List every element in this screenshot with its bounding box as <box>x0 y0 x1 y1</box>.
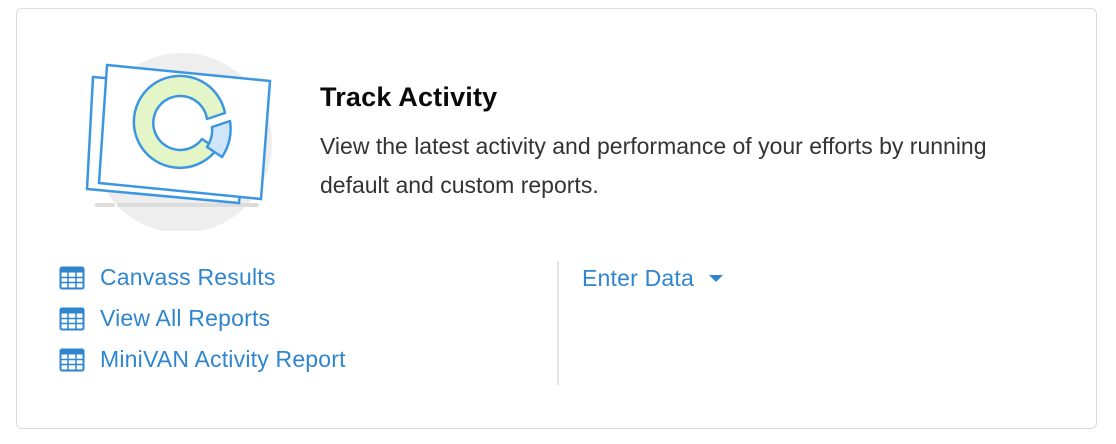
card-title: Track Activity <box>320 82 498 112</box>
report-links-list: Canvass Results View All Reports MiniVAN… <box>59 257 346 380</box>
card-description: View the latest activity and performance… <box>320 133 987 198</box>
vertical-divider <box>557 261 559 385</box>
view-all-reports-link[interactable]: View All Reports <box>59 298 346 339</box>
enter-data-dropdown[interactable]: Enter Data <box>582 265 723 292</box>
table-icon <box>59 307 85 331</box>
chart-report-illustration <box>77 51 277 233</box>
track-activity-card: Track Activity View the latest activity … <box>16 8 1097 429</box>
canvass-results-label: Canvass Results <box>100 264 276 290</box>
table-icon <box>59 266 85 290</box>
table-icon <box>59 348 85 372</box>
enter-data-label: Enter Data <box>582 265 694 291</box>
minivan-activity-report-label: MiniVAN Activity Report <box>100 346 346 372</box>
canvass-results-link[interactable]: Canvass Results <box>59 257 346 298</box>
caret-down-icon <box>708 275 723 282</box>
minivan-activity-report-link[interactable]: MiniVAN Activity Report <box>59 339 346 380</box>
view-all-reports-label: View All Reports <box>100 305 271 331</box>
